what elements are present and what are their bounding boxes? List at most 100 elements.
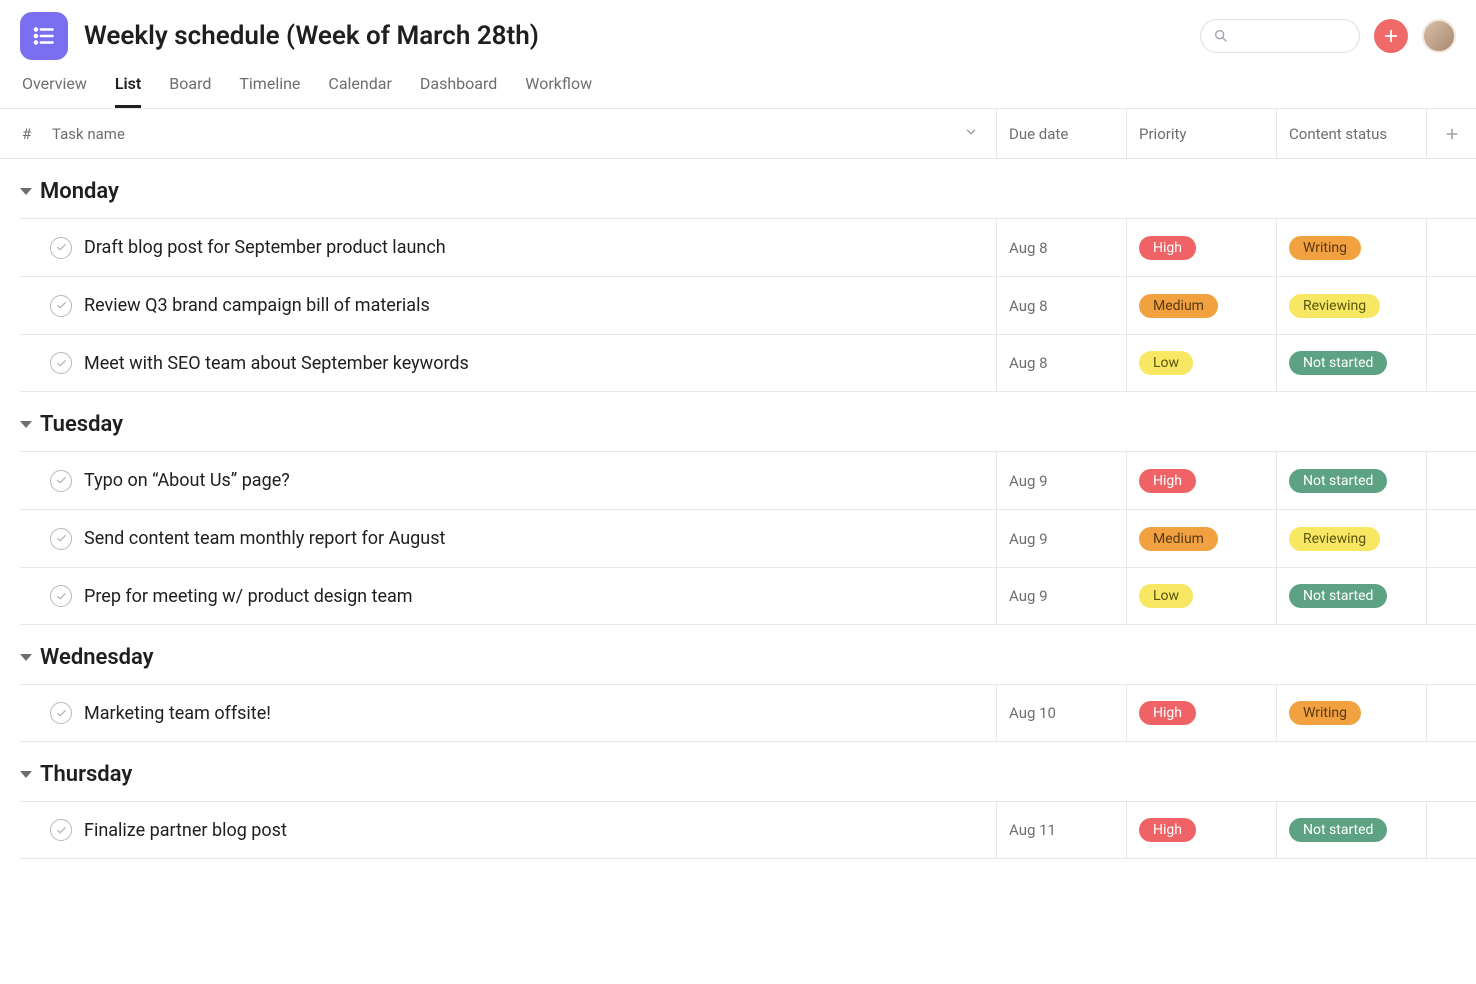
complete-check-icon[interactable]: [50, 295, 72, 317]
search-input[interactable]: [1200, 19, 1360, 53]
chevron-down-icon[interactable]: [964, 125, 978, 143]
caret-down-icon: [20, 188, 32, 195]
section-title: Wednesday: [40, 645, 154, 670]
search-icon: [1213, 28, 1229, 44]
column-header-row: # Task name Due date Priority Content st…: [0, 109, 1476, 159]
plus-icon: [1444, 126, 1460, 142]
status-pill: Not started: [1289, 818, 1387, 842]
due-date-cell[interactable]: Aug 8: [996, 219, 1126, 276]
task-name[interactable]: Finalize partner blog post: [84, 820, 996, 841]
status-pill: Reviewing: [1289, 527, 1380, 551]
task-name[interactable]: Marketing team offsite!: [84, 703, 996, 724]
due-date-cell[interactable]: Aug 11: [996, 802, 1126, 858]
row-end-cell: [1426, 685, 1476, 741]
caret-down-icon: [20, 421, 32, 428]
priority-cell[interactable]: High: [1126, 219, 1276, 276]
task-row[interactable]: Prep for meeting w/ product design teamA…: [20, 567, 1476, 625]
task-row[interactable]: Review Q3 brand campaign bill of materia…: [20, 276, 1476, 334]
status-cell[interactable]: Writing: [1276, 685, 1426, 741]
task-name[interactable]: Prep for meeting w/ product design team: [84, 586, 996, 607]
status-cell[interactable]: Reviewing: [1276, 277, 1426, 334]
task-row[interactable]: Meet with SEO team about September keywo…: [20, 334, 1476, 392]
status-cell[interactable]: Not started: [1276, 802, 1426, 858]
complete-check-icon[interactable]: [50, 470, 72, 492]
complete-check-icon[interactable]: [50, 237, 72, 259]
header-bar: Weekly schedule (Week of March 28th): [0, 0, 1476, 60]
tab-list[interactable]: List: [115, 74, 141, 108]
status-pill: Reviewing: [1289, 294, 1380, 318]
priority-cell[interactable]: Low: [1126, 568, 1276, 624]
due-date-cell[interactable]: Aug 10: [996, 685, 1126, 741]
row-end-cell: [1426, 335, 1476, 391]
section-title: Thursday: [40, 762, 132, 787]
due-date-cell[interactable]: Aug 8: [996, 335, 1126, 391]
add-button[interactable]: [1374, 19, 1408, 53]
tab-timeline[interactable]: Timeline: [239, 74, 300, 108]
user-avatar[interactable]: [1422, 19, 1456, 53]
project-list-icon[interactable]: [20, 12, 68, 60]
complete-check-icon[interactable]: [50, 352, 72, 374]
tab-workflow[interactable]: Workflow: [525, 74, 592, 108]
status-cell[interactable]: Not started: [1276, 452, 1426, 509]
section-header[interactable]: Wednesday: [20, 625, 1476, 684]
section: Monday Draft blog post for September prod…: [0, 159, 1476, 392]
column-priority[interactable]: Priority: [1126, 109, 1276, 158]
tab-dashboard[interactable]: Dashboard: [420, 74, 497, 108]
section-title: Tuesday: [40, 412, 123, 437]
status-pill: Not started: [1289, 351, 1387, 375]
task-row[interactable]: Draft blog post for September product la…: [20, 218, 1476, 276]
caret-down-icon: [20, 654, 32, 661]
tab-overview[interactable]: Overview: [22, 74, 87, 108]
complete-check-icon[interactable]: [50, 819, 72, 841]
status-cell[interactable]: Writing: [1276, 219, 1426, 276]
priority-pill: High: [1139, 236, 1196, 260]
priority-cell[interactable]: Medium: [1126, 277, 1276, 334]
column-content-status[interactable]: Content status: [1276, 109, 1426, 158]
task-name[interactable]: Typo on “About Us” page?: [84, 470, 996, 491]
task-row[interactable]: Send content team monthly report for Aug…: [20, 509, 1476, 567]
priority-cell[interactable]: High: [1126, 802, 1276, 858]
priority-cell[interactable]: High: [1126, 685, 1276, 741]
due-date-cell[interactable]: Aug 8: [996, 277, 1126, 334]
status-cell[interactable]: Not started: [1276, 335, 1426, 391]
row-end-cell: [1426, 219, 1476, 276]
task-name[interactable]: Send content team monthly report for Aug…: [84, 528, 996, 549]
column-due-date[interactable]: Due date: [996, 109, 1126, 158]
section-header[interactable]: Thursday: [20, 742, 1476, 801]
complete-check-icon[interactable]: [50, 528, 72, 550]
due-date-cell[interactable]: Aug 9: [996, 568, 1126, 624]
status-cell[interactable]: Not started: [1276, 568, 1426, 624]
column-number: #: [22, 125, 52, 143]
add-column-button[interactable]: [1426, 109, 1476, 158]
section-header[interactable]: Tuesday: [20, 392, 1476, 451]
task-row[interactable]: Finalize partner blog postAug 11 High Not …: [20, 801, 1476, 859]
view-tabs: Overview List Board Timeline Calendar Dashboa…: [0, 60, 1476, 109]
priority-pill: Low: [1139, 584, 1193, 608]
priority-pill: High: [1139, 701, 1196, 725]
plus-icon: [1382, 27, 1400, 45]
row-end-cell: [1426, 452, 1476, 509]
task-name[interactable]: Review Q3 brand campaign bill of materia…: [84, 295, 996, 316]
column-task-name[interactable]: Task name: [52, 125, 996, 143]
section-header[interactable]: Monday: [20, 159, 1476, 218]
section: TuesdayTypo on “About Us” page?Aug 9High…: [0, 392, 1476, 625]
priority-cell[interactable]: Medium: [1126, 510, 1276, 567]
due-date-cell[interactable]: Aug 9: [996, 510, 1126, 567]
section-title: Monday: [40, 179, 119, 204]
priority-pill: High: [1139, 818, 1196, 842]
tab-board[interactable]: Board: [169, 74, 211, 108]
task-name[interactable]: Meet with SEO team about September keywo…: [84, 353, 996, 374]
priority-pill: High: [1139, 469, 1196, 493]
tab-calendar[interactable]: Calendar: [328, 74, 391, 108]
task-name[interactable]: Draft blog post for September product la…: [84, 237, 996, 258]
status-cell[interactable]: Reviewing: [1276, 510, 1426, 567]
complete-check-icon[interactable]: [50, 585, 72, 607]
task-row[interactable]: Marketing team offsite!Aug 10 High Writing: [20, 684, 1476, 742]
project-title[interactable]: Weekly schedule (Week of March 28th): [84, 21, 1200, 51]
section: Wednesday Marketing team offsite!Aug 10 Hi…: [0, 625, 1476, 742]
priority-cell[interactable]: High: [1126, 452, 1276, 509]
task-row[interactable]: Typo on “About Us” page?Aug 9 High Not sta…: [20, 451, 1476, 509]
due-date-cell[interactable]: Aug 9: [996, 452, 1126, 509]
priority-cell[interactable]: Low: [1126, 335, 1276, 391]
complete-check-icon[interactable]: [50, 702, 72, 724]
